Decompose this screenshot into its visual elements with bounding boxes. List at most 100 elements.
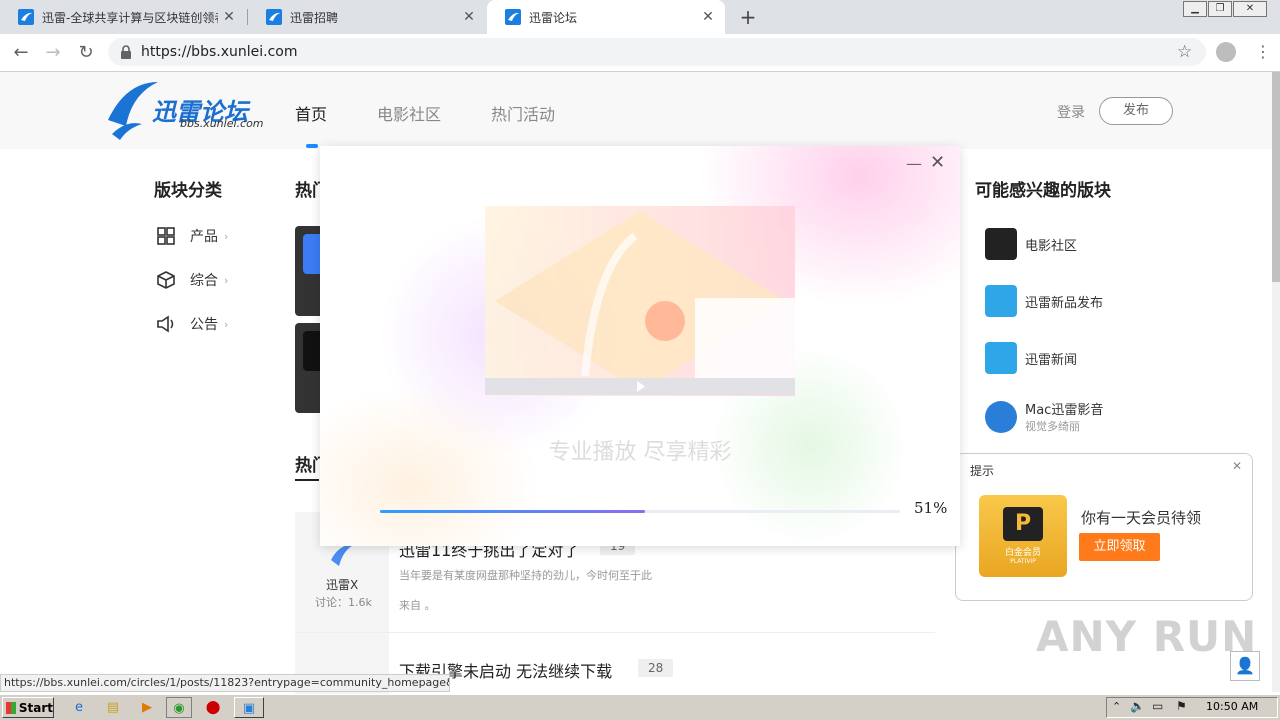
suggested-board-mac-player[interactable]: Mac迅雷影音 视觉多绮丽 <box>985 399 1103 434</box>
suggested-boards-heading: 可能感兴趣的版块 <box>975 181 1111 201</box>
bookmark-star-icon[interactable]: ☆ <box>1177 42 1192 62</box>
reload-icon[interactable]: ↻ <box>76 43 96 63</box>
menu-dots-icon[interactable]: ⋮ <box>1255 42 1271 61</box>
close-icon[interactable]: ✕ <box>930 152 945 173</box>
tray-expand-icon[interactable]: ⌃ <box>1112 700 1121 713</box>
post-source: 来自 。 <box>399 599 436 612</box>
taskbar <box>0 694 1280 720</box>
board-name: 迅雷新闻 <box>1025 352 1078 368</box>
tab-title: 迅雷-全球共享计算与区块链创领者 <box>42 10 218 25</box>
tab-xunlei-home[interactable]: 迅雷-全球共享计算与区块链创领者 ✕ <box>0 0 246 34</box>
play-icon <box>637 381 645 392</box>
suggested-board-news[interactable]: 迅雷新闻 <box>985 342 1077 374</box>
claim-now-button[interactable]: 立即领取 <box>1079 533 1160 561</box>
close-icon[interactable]: ✕ <box>1232 459 1242 473</box>
popup-decor <box>320 386 540 546</box>
notice-title: 提示 <box>970 464 995 478</box>
tab-title: 迅雷招聘 <box>290 10 339 25</box>
divider <box>295 632 935 633</box>
close-icon[interactable]: ✕ <box>218 9 240 25</box>
notice-message: 你有一天会员待领 <box>1081 509 1202 527</box>
suggested-board-new-products[interactable]: 迅雷新品发布 <box>985 285 1103 317</box>
board-name: 电影社区 <box>1025 238 1078 254</box>
minimize-icon[interactable]: — <box>906 154 922 173</box>
publish-button[interactable]: 发布 <box>1099 97 1173 125</box>
user-icon[interactable]: 👤 <box>1230 651 1260 681</box>
media-player-icon[interactable]: ▶ <box>134 697 160 718</box>
chrome-icon[interactable]: ◉ <box>166 697 192 718</box>
start-label: Start <box>18 700 53 715</box>
login-link[interactable]: 登录 <box>1057 102 1085 122</box>
post-circle-name: 迅雷X <box>326 578 359 592</box>
category-item-product[interactable]: 产品 › <box>156 226 228 246</box>
restore-window-button[interactable]: ❐ <box>1208 1 1232 17</box>
post-excerpt: 当年要是有某度网盘那种坚持的劲儿，今时何至于此 <box>399 569 652 582</box>
close-icon[interactable]: ✕ <box>697 9 719 25</box>
vip-card-sub: PLATIVIP <box>1010 558 1036 565</box>
url-text[interactable]: https://bbs.xunlei.com <box>141 44 297 60</box>
document-icon <box>985 285 1017 317</box>
mac-player-icon <box>985 400 1017 433</box>
speaker-icon[interactable]: 🔈 <box>1130 699 1145 713</box>
close-window-button[interactable]: ✕ <box>1233 1 1267 17</box>
tab-xunlei-jobs[interactable]: 迅雷招聘 ✕ <box>248 0 486 34</box>
lock-icon <box>121 45 131 59</box>
xunlei-bird-icon <box>18 9 34 25</box>
player-settings-panel-image <box>695 298 795 378</box>
back-icon[interactable]: ← <box>11 43 31 63</box>
category-label: 综合 <box>190 273 218 289</box>
cube-icon <box>157 271 175 289</box>
network-icon[interactable]: ▭ <box>1152 699 1163 713</box>
start-button[interactable]: Start <box>2 697 54 718</box>
vip-p-logo-icon: P <box>1003 507 1043 541</box>
category-label: 公告 <box>190 317 218 333</box>
new-tab-button[interactable]: + <box>737 6 759 28</box>
suggested-board-movie[interactable]: 电影社区 <box>985 228 1077 260</box>
nav-movie-community[interactable]: 电影社区 <box>377 101 441 125</box>
chevron-right-icon: › <box>224 273 229 287</box>
tab-xunlei-forum[interactable]: 迅雷论坛 ✕ <box>487 0 725 34</box>
player-install-popup: 专业播放 尽享精彩 51% — ✕ <box>320 146 960 546</box>
minimize-window-button[interactable]: ▁ <box>1183 1 1207 17</box>
progress-percent: 51% <box>914 499 948 517</box>
category-item-general[interactable]: 综合 › <box>156 270 228 290</box>
folder-icon[interactable]: ▤ <box>100 697 126 718</box>
grid-icon <box>157 227 175 245</box>
xunlei-bird-icon <box>266 9 282 25</box>
ie-icon[interactable]: e <box>66 697 92 718</box>
flag-icon[interactable]: ⚑ <box>1176 699 1187 713</box>
close-icon[interactable]: ✕ <box>458 9 480 25</box>
forward-icon[interactable]: → <box>43 43 63 63</box>
board-name: Mac迅雷影音 <box>1025 403 1104 418</box>
xunlei-bird-icon <box>505 9 521 25</box>
board-subtitle: 视觉多绮丽 <box>1025 420 1080 433</box>
megaphone-icon <box>157 315 174 333</box>
windows-flag-icon <box>6 701 16 714</box>
chevron-right-icon: › <box>224 317 229 331</box>
board-name: 迅雷新品发布 <box>1025 295 1104 311</box>
clock: 10:50 AM <box>1206 700 1259 713</box>
category-item-announcement[interactable]: 公告 › <box>156 314 228 334</box>
nav-hot-events[interactable]: 热门活动 <box>491 101 555 125</box>
post-count-badge: 28 <box>638 659 674 677</box>
popup-tagline: 专业播放 尽享精彩 <box>548 440 732 465</box>
movie-board-icon <box>985 228 1017 260</box>
xunlei-logo-icon[interactable] <box>106 80 158 140</box>
category-heading: 版块分类 <box>154 181 222 201</box>
nav-home[interactable]: 首页 <box>295 101 327 125</box>
status-url-bubble: https://bbs.xunlei.com/circles/1/posts/1… <box>0 674 450 692</box>
stop-icon[interactable]: ⬤ <box>200 697 226 718</box>
news-layout-icon <box>985 342 1017 374</box>
logo-subtitle: bbs.xunlei.com <box>180 117 264 130</box>
post-circle-meta: 讨论：1.6k <box>315 596 372 609</box>
player-controls-image <box>485 378 795 395</box>
anyrun-watermark: ANY RUN <box>1036 612 1258 661</box>
progress-fill <box>380 510 646 513</box>
chevron-right-icon: › <box>224 229 229 243</box>
profile-avatar-icon[interactable] <box>1216 42 1236 62</box>
heading-underline <box>295 479 319 481</box>
scrollbar-thumb[interactable] <box>1272 72 1280 282</box>
active-window-button[interactable]: ▣ <box>234 697 264 718</box>
tab-title: 迅雷论坛 <box>529 10 578 25</box>
nav-active-indicator <box>306 144 318 148</box>
